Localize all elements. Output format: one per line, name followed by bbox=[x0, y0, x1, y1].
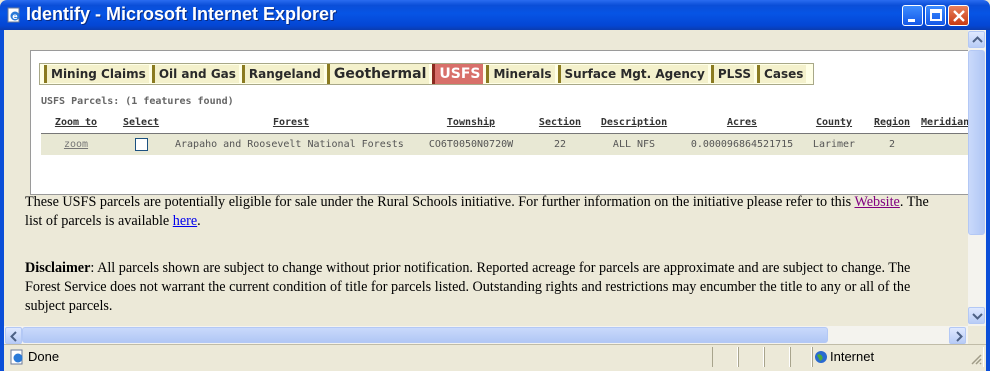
horizontal-scrollbar[interactable] bbox=[4, 326, 968, 344]
column-header[interactable]: Select bbox=[111, 115, 171, 134]
page-done-icon bbox=[10, 349, 23, 365]
cell-acres: 0.000096864521715 bbox=[679, 133, 805, 155]
column-header[interactable]: Section bbox=[531, 115, 589, 134]
chevron-down-icon bbox=[972, 313, 983, 320]
close-icon bbox=[953, 10, 965, 22]
disclaimer-label: Disclaimer bbox=[25, 260, 91, 276]
scroll-right-button[interactable] bbox=[949, 327, 966, 344]
info-paragraph: These USFS parcels are potentially eligi… bbox=[25, 193, 945, 231]
column-header[interactable]: Zoom to bbox=[41, 115, 111, 134]
table-header-row: Zoom to Select Forest Township Section D… bbox=[41, 115, 968, 134]
table-row: zoom Arapaho and Roosevelt National Fore… bbox=[41, 133, 968, 155]
scrollbar-corner bbox=[968, 326, 986, 344]
disclaimer-text: : All parcels shown are subject to chang… bbox=[25, 260, 911, 314]
website-link[interactable]: Website bbox=[855, 194, 900, 210]
zoom-link[interactable]: zoom bbox=[64, 139, 88, 150]
minimize-button[interactable] bbox=[902, 5, 923, 26]
select-checkbox[interactable] bbox=[134, 138, 148, 151]
chevron-up-icon bbox=[972, 36, 983, 43]
tab-rangeland[interactable]: Rangeland bbox=[241, 65, 324, 83]
parcels-list-link[interactable]: here bbox=[173, 213, 197, 229]
cell-section: 22 bbox=[531, 133, 589, 155]
tab-geothermal[interactable]: Geothermal bbox=[326, 64, 430, 84]
title-bar[interactable]: e Identify - Microsoft Internet Explorer bbox=[0, 0, 990, 30]
window-frame-right bbox=[986, 30, 990, 371]
column-header[interactable]: Region bbox=[863, 115, 921, 134]
tab-surface-mgt-agency[interactable]: Surface Mgt. Agency bbox=[557, 65, 708, 83]
resize-grip-icon[interactable] bbox=[970, 353, 982, 365]
svg-text:e: e bbox=[12, 12, 18, 21]
column-header[interactable]: Description bbox=[589, 115, 679, 134]
ie-page-icon: e bbox=[7, 7, 20, 23]
status-cell bbox=[764, 347, 790, 367]
cell-meridian bbox=[921, 133, 968, 155]
layer-tabs: Mining Claims Oil and Gas Rangeland Geot… bbox=[39, 63, 815, 85]
status-cell bbox=[738, 347, 764, 367]
chevron-right-icon bbox=[956, 331, 963, 342]
tab-usfs[interactable]: USFS bbox=[432, 64, 484, 84]
tab-minerals[interactable]: Minerals bbox=[486, 65, 555, 83]
horizontal-scroll-thumb[interactable] bbox=[22, 327, 828, 343]
vertical-scroll-thumb[interactable] bbox=[968, 50, 985, 235]
cell-forest: Arapaho and Roosevelt National Forests bbox=[171, 133, 411, 155]
status-text: Done bbox=[28, 349, 60, 364]
maximize-icon bbox=[930, 9, 942, 21]
tab-mining-claims[interactable]: Mining Claims bbox=[44, 65, 149, 83]
tab-plss[interactable]: PLSS bbox=[710, 65, 755, 83]
cell-township: CO6T0050N0720W bbox=[411, 133, 531, 155]
column-header[interactable]: Meridian bbox=[921, 115, 968, 134]
maximize-button[interactable] bbox=[925, 5, 946, 26]
scroll-down-button[interactable] bbox=[968, 307, 985, 324]
results-table: Zoom to Select Forest Township Section D… bbox=[41, 115, 968, 155]
scroll-left-button[interactable] bbox=[5, 327, 22, 344]
cell-description: ALL NFS bbox=[589, 133, 679, 155]
scroll-up-button[interactable] bbox=[968, 31, 985, 48]
column-header[interactable]: County bbox=[805, 115, 863, 134]
disclaimer-paragraph: Disclaimer: All parcels shown are subjec… bbox=[25, 259, 945, 316]
tab-oil-and-gas[interactable]: Oil and Gas bbox=[151, 65, 239, 83]
globe-icon bbox=[815, 351, 827, 363]
results-summary: USFS Parcels: (1 features found) bbox=[41, 96, 234, 107]
cell-county: Larimer bbox=[805, 133, 863, 155]
vertical-scrollbar[interactable] bbox=[968, 30, 986, 326]
column-header[interactable]: Acres bbox=[679, 115, 805, 134]
close-button[interactable] bbox=[948, 5, 969, 26]
status-bar: Done Internet bbox=[4, 344, 986, 369]
page-content: Mining Claims Oil and Gas Rangeland Geot… bbox=[4, 30, 968, 326]
status-cell bbox=[712, 347, 738, 367]
column-header[interactable]: Township bbox=[411, 115, 531, 134]
security-zone-label: Internet bbox=[830, 349, 875, 364]
status-cell bbox=[790, 347, 812, 367]
minimize-icon bbox=[908, 19, 915, 22]
cell-region: 2 bbox=[863, 133, 921, 155]
chevron-left-icon bbox=[10, 331, 17, 342]
info-text: These USFS parcels are potentially eligi… bbox=[25, 194, 852, 210]
info-text: . bbox=[197, 213, 201, 229]
tab-cases[interactable]: Cases bbox=[757, 65, 807, 83]
identify-panel: Mining Claims Oil and Gas Rangeland Geot… bbox=[30, 50, 968, 195]
column-header[interactable]: Forest bbox=[171, 115, 411, 134]
window-title: Identify - Microsoft Internet Explorer bbox=[26, 4, 337, 24]
